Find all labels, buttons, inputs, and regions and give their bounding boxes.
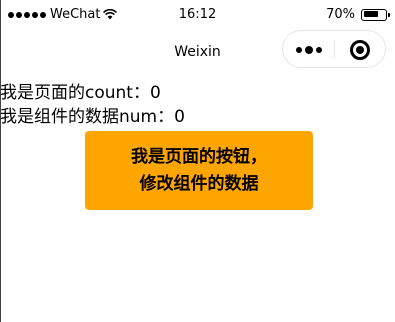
button-label-line1: 我是页面的按钮， — [131, 146, 267, 167]
modify-component-data-button[interactable]: 我是页面的按钮， 修改组件的数据 — [85, 131, 313, 210]
component-num-label: 我是组件的数据num： — [0, 107, 175, 127]
battery-level-fill — [363, 11, 378, 17]
menu-capsule — [282, 30, 386, 68]
page-count-label: 我是页面的count： — [0, 83, 150, 103]
status-bar: WeChat 16:12 70% — [0, 0, 395, 30]
more-icon[interactable] — [293, 43, 325, 57]
battery-percent: 70% — [326, 7, 355, 22]
close-icon[interactable] — [350, 40, 370, 60]
page-count-value: 0 — [149, 83, 161, 103]
battery-icon — [361, 8, 390, 21]
page-count-text: 我是页面的count：0 — [0, 82, 161, 104]
component-num-text: 我是组件的数据num：0 — [0, 106, 185, 128]
button-label-line2: 修改组件的数据 — [139, 173, 259, 194]
component-num-value: 0 — [174, 107, 185, 127]
status-right: 70% — [326, 7, 390, 22]
capsule-divider — [334, 41, 335, 58]
